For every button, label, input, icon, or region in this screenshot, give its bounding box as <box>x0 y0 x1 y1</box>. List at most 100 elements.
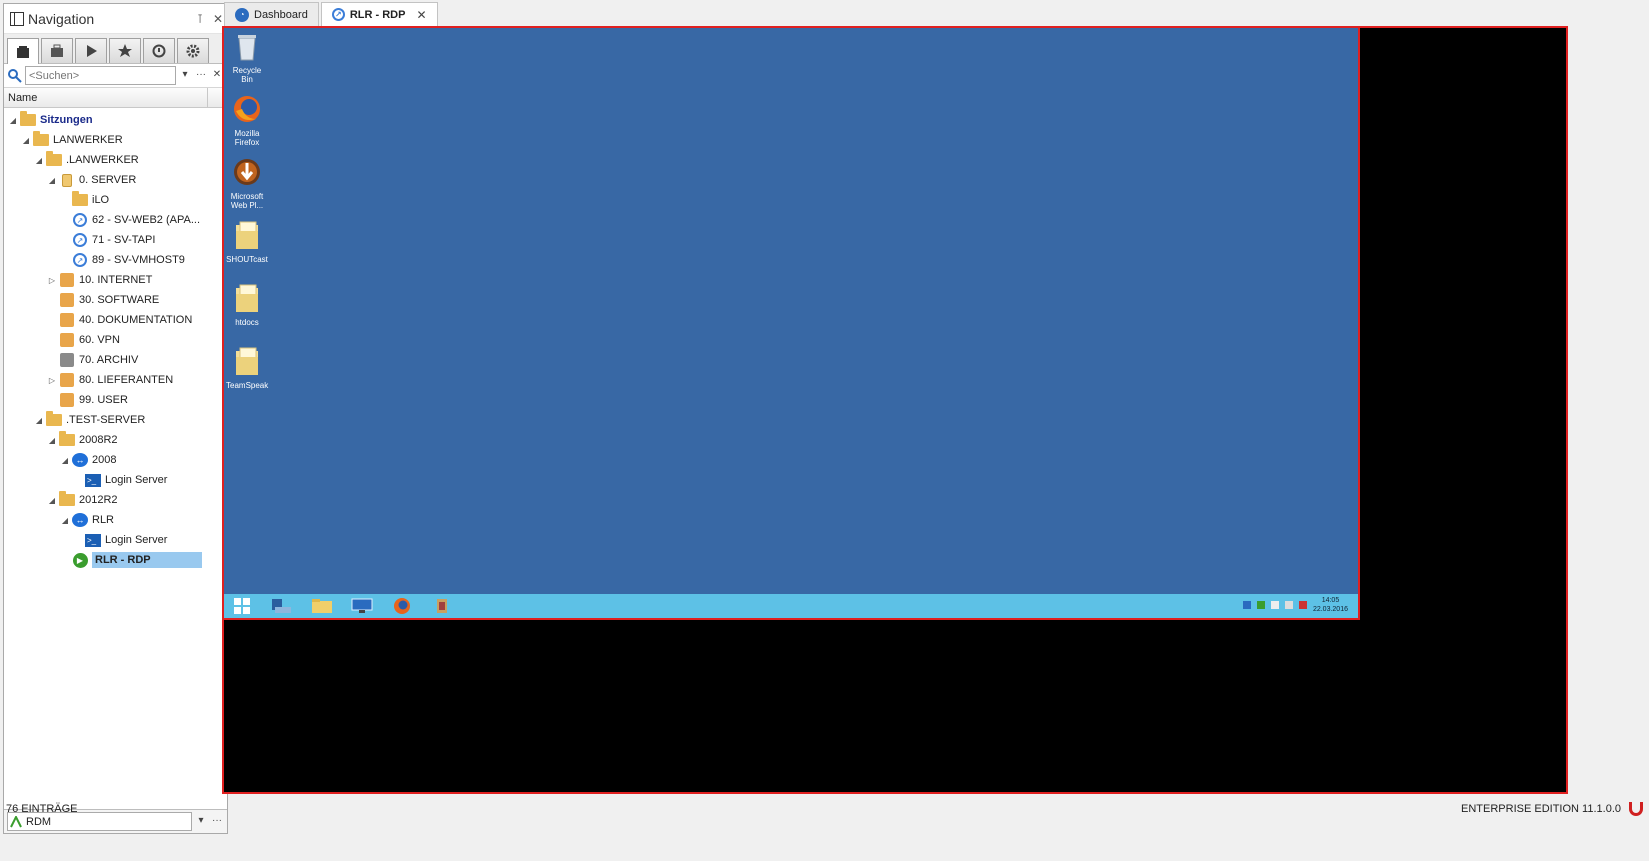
tree-item-label: 71 - SV-TAPI <box>92 234 156 246</box>
collapse-arrow-icon[interactable]: ◢ <box>34 416 44 425</box>
tree-item[interactable]: ▷ 80. LIEFERANTEN <box>4 370 227 390</box>
collapse-arrow-icon[interactable]: ◢ <box>47 496 57 505</box>
recycle-bin-icon <box>238 35 256 61</box>
expand-arrow-icon[interactable]: ▷ <box>47 276 57 285</box>
desktop-icon-shoutcast[interactable]: SHOUTcast <box>226 219 268 264</box>
folder-icon <box>59 431 75 447</box>
app-taskbar-icon[interactable] <box>430 597 454 615</box>
collapse-arrow-icon[interactable]: ◢ <box>8 116 18 125</box>
tree-item[interactable]: 99. USER <box>4 390 227 410</box>
tree-item[interactable]: 70. ARCHIV <box>4 350 227 370</box>
collapse-arrow-icon[interactable]: ◢ <box>60 516 70 525</box>
search-options-icon[interactable]: ··· <box>194 66 208 85</box>
tree-item[interactable]: ◢ ↔ 2008 <box>4 450 227 470</box>
tree-item[interactable]: iLO <box>4 190 227 210</box>
play-icon <box>87 45 97 57</box>
tray-monitor-icon[interactable] <box>1284 601 1293 609</box>
tree-item[interactable]: ◢ 2012R2 <box>4 490 227 510</box>
category-icon <box>59 373 75 387</box>
tab-rlr-rdp[interactable]: ↗ RLR - RDP ✕ <box>320 2 438 26</box>
tree-item[interactable]: ◢ 2008R2 <box>4 430 227 450</box>
tree-item[interactable]: ◢ LANWERKER <box>4 130 227 150</box>
tab-history[interactable] <box>143 38 175 63</box>
desktop-icon-firefox[interactable]: Mozilla Firefox <box>226 93 268 147</box>
tree-item[interactable]: ◢ 0. SERVER <box>4 170 227 190</box>
folder-icon <box>20 111 36 127</box>
tree-item[interactable]: 40. DOKUMENTATION <box>4 310 227 330</box>
tab-favorites-folder[interactable] <box>41 38 73 63</box>
server-manager-icon[interactable] <box>270 597 294 615</box>
edition-label: ENTERPRISE EDITION 11.1.0.0 <box>1461 803 1621 815</box>
tab-sessions[interactable] <box>7 38 39 64</box>
collapse-arrow-icon[interactable]: ◢ <box>34 156 44 165</box>
tab-dashboard[interactable]: ◔ Dashboard <box>224 2 319 26</box>
tree-item[interactable]: ↗ 89 - SV-VMHOST9 <box>4 250 227 270</box>
collapse-arrow-icon[interactable]: ◢ <box>47 436 57 445</box>
firefox-taskbar-icon[interactable] <box>390 597 414 615</box>
tree-item-label: 99. USER <box>79 394 128 406</box>
collapse-arrow-icon[interactable]: ◢ <box>47 176 57 185</box>
tray-volume-icon[interactable] <box>1298 601 1307 609</box>
desktop-icon-label: Recycle Bin <box>232 66 262 84</box>
tray-clock[interactable]: 14:05 22.03.2016 <box>1313 596 1348 614</box>
tree-column-header[interactable]: Name <box>4 88 227 108</box>
explorer-icon[interactable] <box>310 597 334 615</box>
magnet-icon[interactable] <box>1629 802 1643 816</box>
tab-rlr-rdp-label: RLR - RDP <box>349 8 406 21</box>
tray-shield-icon[interactable] <box>1256 601 1265 609</box>
tree-item[interactable]: ◢ ↔ RLR <box>4 510 227 530</box>
tree-item[interactable]: 30. SOFTWARE <box>4 290 227 310</box>
folder-icon <box>46 411 62 427</box>
expand-arrow-icon[interactable]: ▷ <box>47 376 57 385</box>
column-name[interactable]: Name <box>8 92 207 104</box>
tree-item[interactable]: ▶ RLR - RDP <box>4 550 227 570</box>
tree-item-label: LANWERKER <box>53 134 123 146</box>
search-bar: ▾ ··· ✕ <box>4 64 227 88</box>
collapse-arrow-icon[interactable]: ◢ <box>60 456 70 465</box>
desktop-icon-teamspeak[interactable]: TeamSpeak <box>226 345 268 390</box>
teamviewer-icon: ↔ <box>72 453 88 467</box>
tray-flag-icon[interactable] <box>1270 601 1279 609</box>
search-input[interactable] <box>25 66 176 85</box>
windows-start-icon[interactable] <box>230 597 254 615</box>
remote-desktop-icon[interactable] <box>350 597 374 615</box>
tree-item[interactable]: ◢ .LANWERKER <box>4 150 227 170</box>
tree-item-label: 40. DOKUMENTATION <box>79 314 193 326</box>
remote-desktop[interactable]: Recycle Bin Mozilla Firefox Microsoft We… <box>224 28 1360 620</box>
tree-item[interactable]: ↗ 62 - SV-WEB2 (APA... <box>4 210 227 230</box>
tree-item-label: 62 - SV-WEB2 (APA... <box>92 214 200 226</box>
search-dropdown-icon[interactable]: ▾ <box>178 66 192 85</box>
tree-item[interactable]: ◢ Sitzungen <box>4 110 227 130</box>
tree-item-label: 2008R2 <box>79 434 118 446</box>
folder-icon <box>236 284 258 312</box>
pin-icon[interactable]: ⊺ <box>191 12 209 26</box>
desktop-icon-web-platform[interactable]: Microsoft Web Pl... <box>226 156 268 210</box>
tray-network-icon[interactable] <box>1242 601 1251 609</box>
tab-settings[interactable] <box>177 38 209 63</box>
tab-favorites[interactable] <box>109 38 141 63</box>
navigation-tabs <box>4 34 227 64</box>
collapse-arrow-icon[interactable]: ◢ <box>21 136 31 145</box>
tree-item[interactable]: >_ Login Server <box>4 530 227 550</box>
tree-item[interactable]: ↗ 71 - SV-TAPI <box>4 230 227 250</box>
remote-session-area[interactable]: Recycle Bin Mozilla Firefox Microsoft We… <box>222 26 1568 794</box>
rdp-icon: ↗ <box>72 253 88 267</box>
tree-item-label: 80. LIEFERANTEN <box>79 374 174 386</box>
desktop-icon-recycle-bin[interactable]: Recycle Bin <box>226 30 268 84</box>
tree-item[interactable]: >_ Login Server <box>4 470 227 490</box>
desktop-icon-label: TeamSpeak <box>226 381 269 390</box>
session-tree: ◢ Sitzungen ◢ LANWERKER ◢ .LANWERKER ◢ 0. SERVE… <box>4 110 227 570</box>
tree-item[interactable]: ◢ .TEST-SERVER <box>4 410 227 430</box>
desktop-icon-htdocs[interactable]: htdocs <box>226 282 268 327</box>
tab-close-icon[interactable]: ✕ <box>416 8 426 22</box>
tree-item[interactable]: ▷ 10. INTERNET <box>4 270 227 290</box>
tree-item[interactable]: 60. VPN <box>4 330 227 350</box>
folder-icon <box>33 131 49 147</box>
tab-running[interactable] <box>75 38 107 63</box>
category-icon <box>59 393 75 407</box>
folder-icon <box>236 347 258 375</box>
star-icon <box>118 44 132 57</box>
history-icon <box>152 44 166 58</box>
folder-icon <box>236 221 258 249</box>
clock-date: 22.03.2016 <box>1312 606 1348 613</box>
